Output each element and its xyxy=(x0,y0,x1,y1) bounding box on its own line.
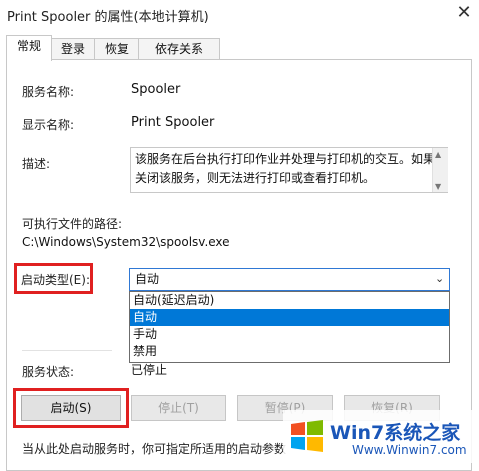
watermark-brand: Win7系统之家 xyxy=(330,422,461,444)
scroll-up-icon[interactable]: ▲ xyxy=(435,150,441,159)
tab-dependencies[interactable]: 依存关系 xyxy=(138,38,220,59)
description-label: 描述: xyxy=(22,157,51,171)
tab-recovery[interactable]: 恢复 xyxy=(94,38,140,59)
option-manual[interactable]: 手动 xyxy=(130,326,449,343)
display-name-label: 显示名称: xyxy=(22,118,75,132)
option-disabled[interactable]: 禁用 xyxy=(130,343,449,360)
stop-button[interactable]: 停止(T) xyxy=(131,395,226,421)
display-name-value: Print Spooler xyxy=(131,115,215,130)
description-box[interactable]: 该服务在后台执行打印作业并处理与打印机的交互。如果关闭该服务，则无法进行打印或查… xyxy=(130,147,448,193)
tab-general[interactable]: 常规 xyxy=(6,35,52,61)
watermark-url: Www.Winwin7.com xyxy=(352,443,467,457)
service-name-value: Spooler xyxy=(131,82,181,97)
window-title: Print Spooler 的属性(本地计算机) xyxy=(7,10,209,25)
startup-type-label: 启动类型(E): xyxy=(21,273,90,287)
close-icon[interactable]: ✕ xyxy=(454,3,474,23)
option-auto[interactable]: 自动 xyxy=(130,309,449,326)
divider xyxy=(22,350,112,351)
service-status-value: 已停止 xyxy=(131,363,168,377)
startup-type-select[interactable]: 自动 xyxy=(129,268,450,291)
scroll-down-icon[interactable]: ▼ xyxy=(435,182,441,191)
chevron-down-icon[interactable]: ⌄ xyxy=(435,272,444,285)
start-parameters-hint: 当从此处启动服务时，你可指定所适用的启动参数 xyxy=(22,442,287,456)
service-name-label: 服务名称: xyxy=(22,85,75,99)
exe-path-label: 可执行文件的路径: xyxy=(22,217,123,231)
exe-path-value: C:\Windows\System32\spoolsv.exe xyxy=(22,235,230,249)
start-button[interactable]: 启动(S) xyxy=(21,395,121,421)
tab-logon[interactable]: 登录 xyxy=(50,38,96,59)
option-auto-delayed[interactable]: 自动(延迟启动) xyxy=(130,292,449,309)
service-status-label: 服务状态: xyxy=(22,365,75,379)
